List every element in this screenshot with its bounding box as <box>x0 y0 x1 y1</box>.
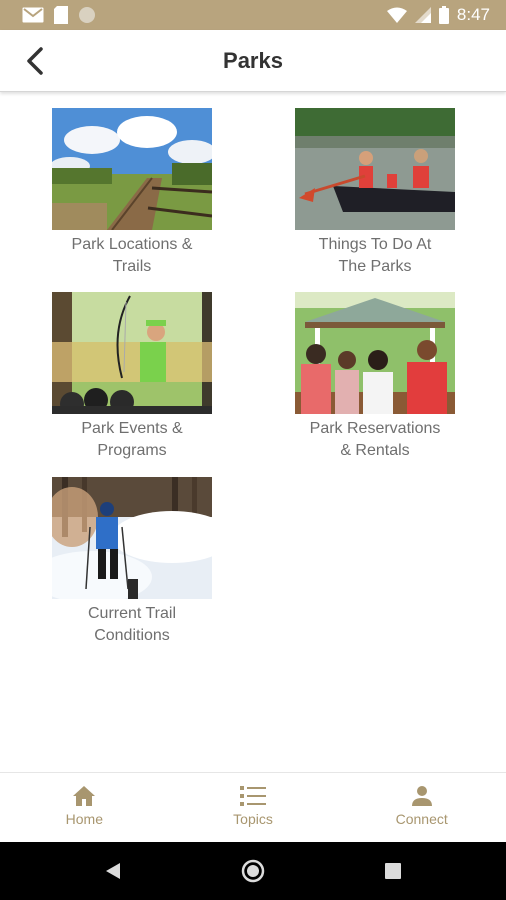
canoe-photo <box>295 108 455 230</box>
nav-topics[interactable]: Topics <box>169 773 338 842</box>
tile-label-line1: Park Events & <box>81 420 183 437</box>
tile-label-line1: Things To Do At <box>318 236 432 253</box>
status-right-icons: 8:47 <box>386 5 490 25</box>
status-left-icons <box>22 6 96 24</box>
tile-label-line2: & Rentals <box>340 442 410 459</box>
system-home-icon[interactable] <box>241 859 265 883</box>
sd-card-icon <box>54 6 68 24</box>
tile-label: Park Locations & Trails <box>32 234 232 278</box>
archery-photo <box>52 292 212 414</box>
system-nav-bar <box>0 842 506 900</box>
pavilion-picnic-photo <box>295 292 455 414</box>
nav-topics-label: Topics <box>233 811 273 827</box>
nav-home[interactable]: Home <box>0 773 169 842</box>
nav-home-label: Home <box>65 811 104 827</box>
tile-label: Park Reservations & Rentals <box>275 418 475 462</box>
tile-label-line1: Park Reservations <box>309 420 441 437</box>
tile-things-to-do[interactable]: Things To Do At The Parks <box>295 108 455 278</box>
battery-icon <box>438 6 449 24</box>
person-icon <box>411 786 432 806</box>
gmail-icon <box>22 7 44 23</box>
tile-label-line2: The Parks <box>338 258 412 275</box>
boardwalk-trail-photo <box>52 108 212 230</box>
tile-label-line1: Park Locations & <box>71 236 193 253</box>
tile-label-line2: Programs <box>97 442 167 459</box>
tile-label: Current Trail Conditions <box>32 603 232 647</box>
circle-icon <box>79 7 95 23</box>
list-icon <box>240 786 266 806</box>
clock: 8:47 <box>456 5 490 24</box>
nav-connect-label: Connect <box>395 811 448 827</box>
tile-park-reservations[interactable]: Park Reservations & Rentals <box>295 292 455 462</box>
tile-label-line1: Current Trail <box>87 605 177 622</box>
tile-label: Park Events & Programs <box>32 418 232 462</box>
cross-country-ski-photo <box>52 477 212 599</box>
tile-park-locations[interactable]: Park Locations & Trails <box>52 108 212 278</box>
signal-icon <box>414 7 431 23</box>
app-bar: Parks <box>0 30 506 92</box>
tile-label: Things To Do At The Parks <box>275 234 475 278</box>
wifi-icon <box>386 7 407 23</box>
nav-connect[interactable]: Connect <box>337 773 506 842</box>
page-title: Parks <box>223 48 283 73</box>
status-bar: 8:47 <box>0 0 506 30</box>
tile-trail-conditions[interactable]: Current Trail Conditions <box>52 477 212 647</box>
tile-label-line2: Trails <box>112 258 152 275</box>
system-recents-icon[interactable] <box>385 863 401 879</box>
tile-park-events[interactable]: Park Events & Programs <box>52 292 212 462</box>
system-back-icon[interactable] <box>104 862 122 880</box>
tile-label-line2: Conditions <box>94 627 170 644</box>
home-icon <box>73 786 96 806</box>
bottom-nav: Home Topics Connect <box>0 772 506 842</box>
